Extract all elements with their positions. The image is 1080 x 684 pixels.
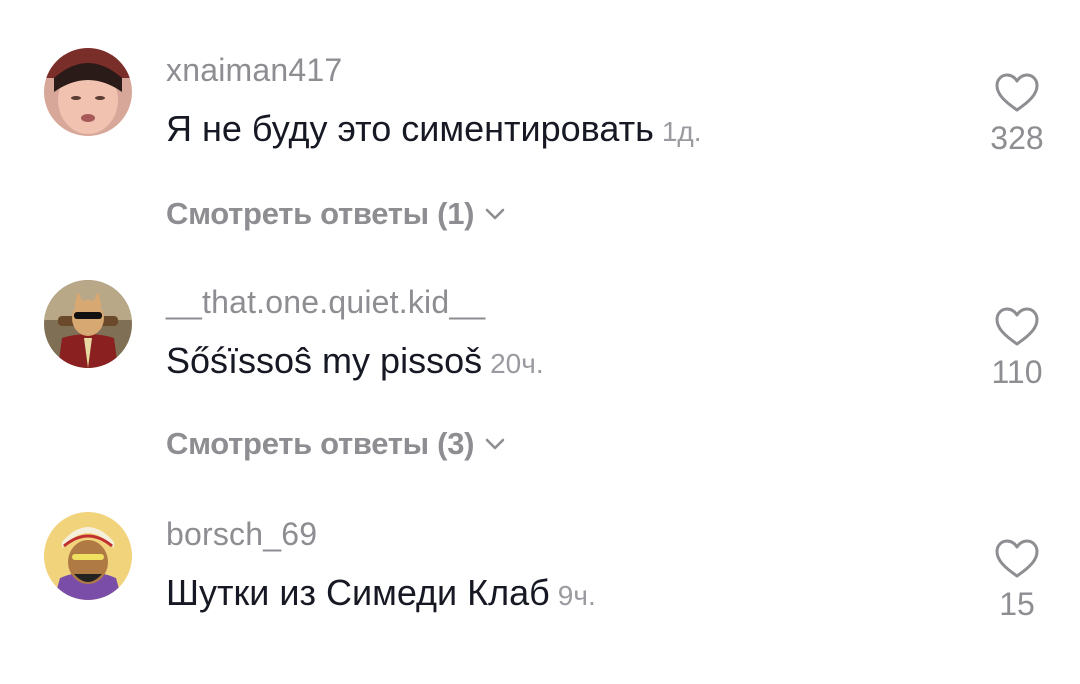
comment-time: 1д.	[661, 116, 702, 147]
comment-time: 9ч.	[557, 580, 596, 611]
view-replies-button[interactable]: Смотреть ответы (1)	[166, 196, 508, 232]
comment-item: __that.one.quiet.kid__ Sőśïssoŝ my pisso…	[0, 232, 1080, 461]
comment-text: Sőśïssoŝ my pissoš	[166, 340, 483, 381]
comment-text-row: Шутки из Симеди Клаб 9ч.	[166, 572, 596, 614]
comment-text: Шутки из Симеди Клаб	[166, 572, 550, 613]
like-count: 110	[991, 354, 1043, 390]
like-count: 328	[990, 120, 1044, 156]
comment-text-row: Sőśïssoŝ my pissoš 20ч.	[166, 340, 544, 382]
avatar[interactable]	[44, 280, 132, 368]
like-button[interactable]: 15	[982, 538, 1052, 623]
heart-icon	[995, 539, 1039, 578]
chevron-down-icon	[485, 208, 505, 220]
avatar[interactable]	[44, 512, 132, 600]
like-count: 15	[999, 586, 1035, 622]
heart-icon	[995, 73, 1039, 112]
comment-text: Я не буду это симентировать	[166, 108, 654, 149]
chevron-down-icon	[485, 438, 505, 450]
avatar-image	[44, 512, 132, 600]
avatar-image	[44, 280, 132, 368]
comment-username[interactable]: __that.one.quiet.kid__	[166, 284, 485, 321]
avatar-image	[44, 48, 132, 136]
comment-text-row: Я не буду это симентировать 1д.	[166, 108, 702, 150]
comment-item: xnaiman417 Я не буду это симентировать 1д…	[0, 0, 1080, 231]
view-replies-button[interactable]: Смотреть ответы (3)	[166, 426, 508, 462]
comment-username[interactable]: xnaiman417	[166, 52, 342, 89]
comment-time: 20ч.	[490, 348, 544, 379]
avatar[interactable]	[44, 48, 132, 136]
comment-item: borsch_69 Шутки из Симеди Клаб 9ч. 15	[0, 464, 1080, 684]
like-button[interactable]: 110	[982, 306, 1052, 391]
view-replies-label: Смотреть ответы (3)	[166, 426, 475, 461]
like-button[interactable]: 328	[982, 72, 1052, 157]
heart-icon	[995, 307, 1039, 346]
view-replies-label: Смотреть ответы (1)	[166, 196, 475, 231]
comment-username[interactable]: borsch_69	[166, 516, 317, 553]
